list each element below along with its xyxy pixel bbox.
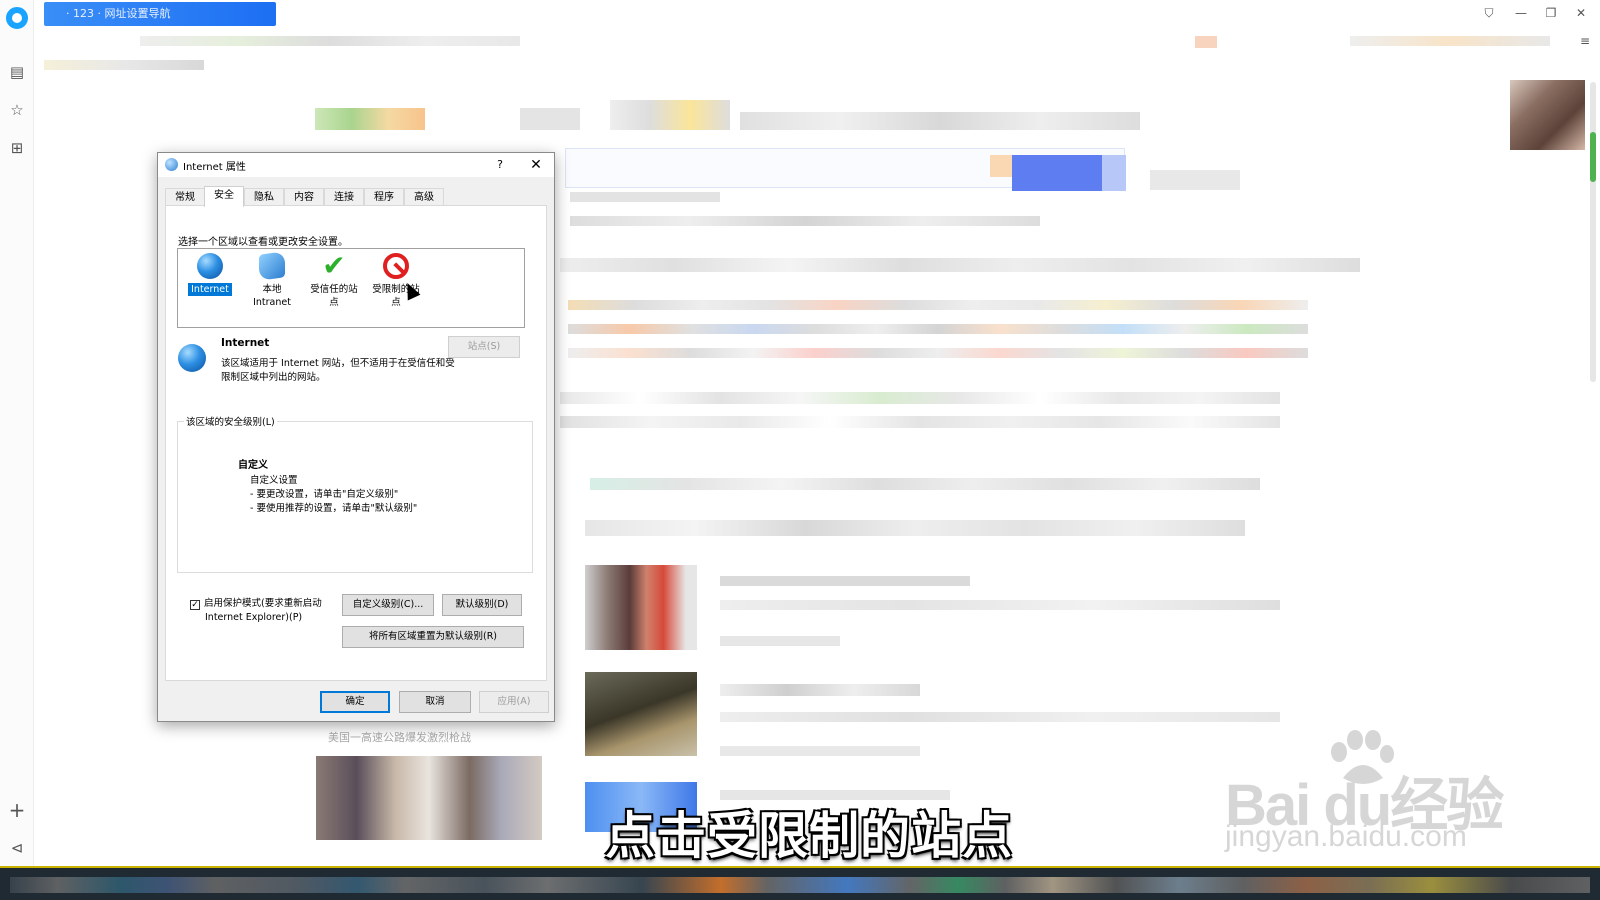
- internet-properties-dialog: Internet 属性 ? ✕ 常规 安全 隐私 内容 连接 程序 高级 选择一…: [157, 152, 555, 722]
- security-level-label: 该区域的安全级别(L): [184, 414, 277, 428]
- blurred-caption: 美国一高速公路爆发激烈枪战: [328, 731, 471, 744]
- level-line-3: - 要使用推荐的设置，请单击"默认级别": [250, 503, 418, 514]
- reset-all-zones-button[interactable]: 将所有区域重置为默认级别(R): [342, 626, 524, 648]
- help-button[interactable]: ?: [491, 156, 509, 174]
- intranet-icon: [259, 251, 285, 281]
- page-scrollbar[interactable]: [1590, 82, 1596, 382]
- sites-button[interactable]: 站点(S): [448, 336, 520, 358]
- translate-icon[interactable]: ⊞: [7, 138, 27, 158]
- zone-intranet-label-2: Intranet: [253, 297, 291, 308]
- globe-icon: [197, 253, 223, 279]
- collapse-icon[interactable]: ⊲: [7, 838, 27, 858]
- dialog-titlebar[interactable]: Internet 属性 ? ✕: [158, 153, 554, 177]
- reader-icon[interactable]: ▤: [7, 62, 27, 82]
- protected-mode-label-1: 启用保护模式(要求重新启动: [204, 598, 322, 609]
- check-icon: ✔: [322, 249, 346, 282]
- watermark-url: jingyan.baidu.com: [1225, 820, 1467, 853]
- security-level-title: 自定义: [238, 460, 268, 471]
- baidu-jingyan-watermark: Bai du经验 jingyan.baidu.com: [1225, 728, 1525, 858]
- close-window-icon[interactable]: ✕: [1570, 4, 1592, 22]
- zone-local-intranet[interactable]: 本地 Intranet: [242, 249, 302, 327]
- tab-connections[interactable]: 连接: [324, 188, 364, 206]
- custom-level-button[interactable]: 自定义级别(C)...: [342, 594, 434, 616]
- tab-general[interactable]: 常规: [165, 188, 205, 206]
- taskbar-icons[interactable]: [10, 877, 1590, 893]
- shirt-icon[interactable]: ⛉: [1478, 4, 1500, 22]
- zone-trusted-sites[interactable]: ✔ 受信任的站 点: [304, 249, 364, 327]
- restore-icon[interactable]: ❐: [1540, 4, 1562, 22]
- taskbar: [0, 866, 1600, 900]
- zone-desc-text: 该区域适用于 Internet 网站，但不适用于在受信任和受限制区域中列出的网站…: [221, 358, 455, 383]
- ie-globe-icon: [165, 158, 178, 171]
- zone-list: Internet 本地 Intranet ✔ 受信任的站 点 受限制的站 点: [177, 248, 525, 328]
- blocked-icon: [383, 253, 409, 279]
- security-level-group: 该区域的安全级别(L) 自定义 自定义设置 - 要更改设置，请单击"自定义级别"…: [177, 414, 533, 573]
- close-icon[interactable]: ✕: [527, 156, 545, 174]
- browser-logo-icon[interactable]: [6, 7, 28, 29]
- level-line-1: 自定义设置: [250, 475, 298, 486]
- star-icon[interactable]: ☆: [7, 100, 27, 120]
- security-tab-panel: 选择一个区域以查看或更改安全设置。 Internet 本地 Intranet ✔…: [165, 205, 547, 681]
- protected-mode-label: 启用保护模式(要求重新启动 Internet Explorer)(P): [204, 597, 322, 625]
- tab-advanced[interactable]: 高级: [404, 188, 444, 206]
- zone-internet[interactable]: Internet: [180, 249, 240, 327]
- minimize-icon[interactable]: —: [1510, 4, 1532, 22]
- default-level-button[interactable]: 默认级别(D): [442, 594, 522, 616]
- tab-content[interactable]: 内容: [284, 188, 324, 206]
- zone-trusted-label-1: 受信任的站: [310, 284, 358, 295]
- security-level-description: 自定义设置 - 要更改设置，请单击"自定义级别" - 要使用推荐的设置，请单击"…: [250, 474, 417, 516]
- zone-restricted-label-2: 点: [391, 297, 401, 308]
- browser-tab-active[interactable]: · 123 · 网址设置导航: [44, 2, 276, 26]
- zone-intranet-label-1: 本地: [262, 284, 282, 295]
- menu-icon[interactable]: ≡: [1574, 32, 1596, 50]
- zone-trusted-label-2: 点: [329, 297, 339, 308]
- ok-button[interactable]: 确定: [320, 691, 390, 713]
- zone-internet-label: Internet: [188, 283, 232, 296]
- zone-instruction: 选择一个区域以查看或更改安全设置。: [178, 237, 348, 248]
- dialog-tab-bar: 常规 安全 隐私 内容 连接 程序 高级: [165, 186, 545, 207]
- tab-programs[interactable]: 程序: [364, 188, 404, 206]
- level-line-2: - 要更改设置，请单击"自定义级别": [250, 489, 399, 500]
- cancel-button[interactable]: 取消: [399, 691, 471, 713]
- zone-desc-title: Internet: [221, 337, 270, 349]
- browser-side-rail: ▤ ☆ ⊞ + ⊲: [0, 0, 34, 870]
- tab-privacy[interactable]: 隐私: [244, 188, 284, 206]
- apply-button[interactable]: 应用(A): [479, 691, 549, 713]
- protected-mode-checkbox[interactable]: ✓: [190, 600, 200, 610]
- plus-icon[interactable]: +: [7, 798, 27, 822]
- dialog-title: Internet 属性: [183, 162, 246, 173]
- protected-mode-label-2: Internet Explorer)(P): [205, 612, 303, 623]
- tab-security[interactable]: 安全: [204, 186, 244, 207]
- tab-strip: · 123 · 网址设置导航 ⛉ — ❐ ✕ ≡: [34, 0, 1600, 48]
- zone-globe-icon: [178, 344, 206, 372]
- video-subtitle: 点击受限制的站点: [605, 807, 1013, 865]
- scrollbar-thumb[interactable]: [1590, 132, 1596, 182]
